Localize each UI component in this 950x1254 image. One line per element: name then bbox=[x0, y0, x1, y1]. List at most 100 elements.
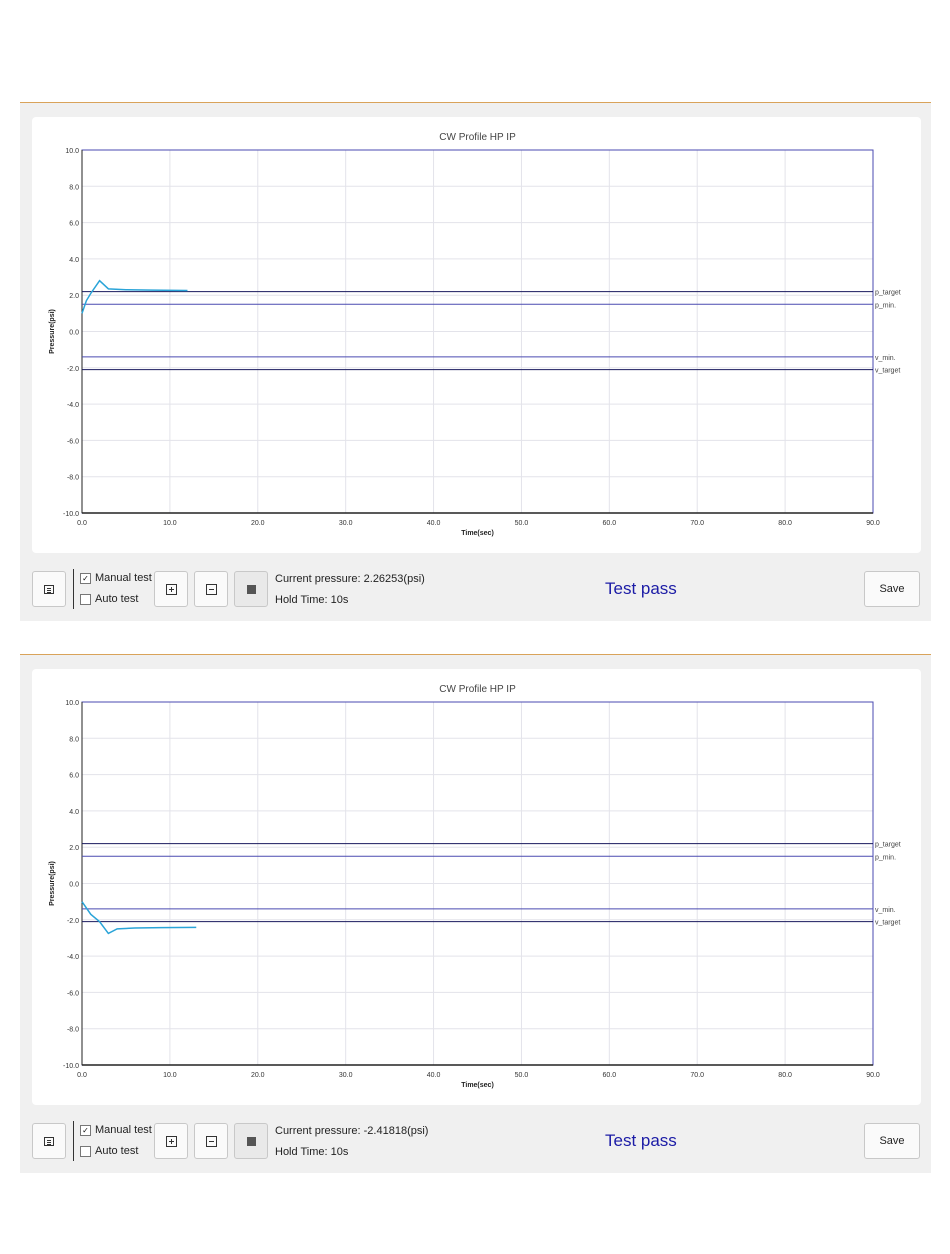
y-axis-label: Pressure(psi) bbox=[49, 309, 56, 354]
chart-area-1: 0.0 10.0 20.0 30.0 40.0 50.0 60.0 70.0 80.0 90.0 1… bbox=[32, 117, 921, 553]
hold-time-text: Hold Time: 10s bbox=[275, 1146, 349, 1158]
manual-test-label: Manual test bbox=[95, 572, 152, 584]
y-axis-label: Pressure(psi) bbox=[49, 861, 56, 906]
x-tick-label: 80.0 bbox=[778, 520, 792, 527]
minus-icon bbox=[205, 1135, 217, 1147]
reference-label: p_min. bbox=[875, 302, 896, 309]
manual-test-label: Manual test bbox=[95, 1124, 152, 1136]
y-tick-label: -4.0 bbox=[67, 402, 79, 409]
chart-title: CW Profile HP IP bbox=[439, 684, 516, 695]
test-panel-2: 0.0 10.0 20.0 30.0 40.0 50.0 60.0 70.0 80.0 90.0 1… bbox=[20, 654, 931, 1173]
y-tick-label: -8.0 bbox=[67, 1027, 79, 1034]
y-tick-label: -8.0 bbox=[67, 475, 79, 482]
x-tick-label: 0.0 bbox=[77, 520, 87, 527]
x-tick-label: 40.0 bbox=[427, 520, 441, 527]
minus-icon bbox=[205, 583, 217, 595]
x-tick-label: 10.0 bbox=[163, 1072, 177, 1079]
zoom-out-button[interactable] bbox=[194, 571, 228, 607]
y-tick-label: 6.0 bbox=[69, 773, 79, 780]
x-axis-label: Time(sec) bbox=[461, 1082, 494, 1089]
log-list-button[interactable] bbox=[32, 571, 66, 607]
stop-icon bbox=[246, 1136, 256, 1146]
log-list-button[interactable] bbox=[32, 1123, 66, 1159]
plus-icon bbox=[165, 583, 177, 595]
reference-label: p_min. bbox=[875, 854, 896, 861]
checkbox-box bbox=[80, 1145, 91, 1157]
y-tick-label: 2.0 bbox=[69, 293, 79, 300]
zoom-in-button[interactable] bbox=[154, 1123, 188, 1159]
y-tick-label: 2.0 bbox=[69, 845, 79, 852]
reference-label: v_target bbox=[875, 920, 900, 927]
x-tick-label: 50.0 bbox=[515, 1072, 529, 1079]
y-tick-label: -6.0 bbox=[67, 438, 79, 445]
x-tick-label: 90.0 bbox=[866, 1072, 880, 1079]
test-panel-1: 0.0 10.0 20.0 30.0 40.0 50.0 60.0 70.0 80.0 90.0 1… bbox=[20, 102, 931, 621]
list-icon bbox=[44, 1136, 54, 1146]
y-tick-label: 0.0 bbox=[69, 330, 79, 337]
pressure-chart-2: 0.0 10.0 20.0 30.0 40.0 50.0 60.0 70.0 80.0 90.0 1… bbox=[49, 684, 901, 1089]
x-axis-label: Time(sec) bbox=[461, 530, 494, 537]
reference-label: v_target bbox=[875, 368, 900, 375]
x-tick-label: 60.0 bbox=[603, 1072, 617, 1079]
plus-icon bbox=[165, 1135, 177, 1147]
y-tick-label: 10.0 bbox=[65, 700, 79, 707]
x-tick-label: 70.0 bbox=[690, 1072, 704, 1079]
auto-test-checkbox[interactable]: Auto test bbox=[80, 1145, 138, 1157]
checkbox-box: ✓ bbox=[80, 572, 91, 584]
x-tick-label: 20.0 bbox=[251, 520, 265, 527]
x-tick-label: 40.0 bbox=[427, 1072, 441, 1079]
stop-icon bbox=[246, 584, 256, 594]
reference-label: v_min. bbox=[875, 355, 896, 362]
y-tick-label: -2.0 bbox=[67, 918, 79, 925]
zoom-out-button[interactable] bbox=[194, 1123, 228, 1159]
manual-test-checkbox[interactable]: ✓ Manual test bbox=[80, 1124, 152, 1136]
toolbar-separator bbox=[73, 569, 74, 609]
list-icon bbox=[44, 584, 54, 594]
pressure-chart-1: 0.0 10.0 20.0 30.0 40.0 50.0 60.0 70.0 80.0 90.0 1… bbox=[49, 132, 901, 537]
current-pressure-text: Current pressure: -2.41818(psi) bbox=[275, 1125, 429, 1137]
pressure-series-line bbox=[81, 901, 197, 935]
x-tick-label: 90.0 bbox=[866, 520, 880, 527]
y-tick-label: 10.0 bbox=[65, 148, 79, 155]
y-tick-label: 8.0 bbox=[69, 184, 79, 191]
y-tick-label: -2.0 bbox=[67, 366, 79, 373]
auto-test-checkbox[interactable]: Auto test bbox=[80, 593, 138, 605]
reference-label: p_target bbox=[875, 290, 901, 297]
y-tick-label: 0.0 bbox=[69, 882, 79, 889]
y-tick-label: -4.0 bbox=[67, 954, 79, 961]
x-tick-label: 50.0 bbox=[515, 520, 529, 527]
toolbar-separator bbox=[73, 1121, 74, 1161]
pressure-series-line bbox=[81, 279, 188, 314]
reference-label: v_min. bbox=[875, 907, 896, 914]
stop-button[interactable] bbox=[234, 1123, 268, 1159]
x-tick-label: 60.0 bbox=[603, 520, 617, 527]
current-pressure-text: Current pressure: 2.26253(psi) bbox=[275, 573, 425, 585]
x-tick-label: 70.0 bbox=[690, 520, 704, 527]
manual-test-checkbox[interactable]: ✓ Manual test bbox=[80, 572, 152, 584]
zoom-in-button[interactable] bbox=[154, 571, 188, 607]
y-tick-label: -6.0 bbox=[67, 990, 79, 997]
x-tick-label: 10.0 bbox=[163, 520, 177, 527]
save-button[interactable]: Save bbox=[864, 571, 920, 607]
save-button[interactable]: Save bbox=[864, 1123, 920, 1159]
y-tick-label: -10.0 bbox=[63, 1063, 79, 1070]
y-tick-label: 4.0 bbox=[69, 257, 79, 264]
auto-test-label: Auto test bbox=[95, 1145, 139, 1157]
toolbar-2: ✓ Manual test Auto test Current pressure… bbox=[32, 1121, 921, 1163]
x-tick-label: 20.0 bbox=[251, 1072, 265, 1079]
y-tick-label: 8.0 bbox=[69, 736, 79, 743]
x-tick-label: 30.0 bbox=[339, 1072, 353, 1079]
hold-time-text: Hold Time: 10s bbox=[275, 594, 349, 606]
test-status: Test pass bbox=[605, 1131, 677, 1150]
test-status: Test pass bbox=[605, 579, 677, 598]
y-tick-label: -10.0 bbox=[63, 511, 79, 518]
x-tick-label: 30.0 bbox=[339, 520, 353, 527]
x-tick-label: 80.0 bbox=[778, 1072, 792, 1079]
auto-test-label: Auto test bbox=[95, 593, 139, 605]
y-tick-label: 6.0 bbox=[69, 221, 79, 228]
checkbox-box bbox=[80, 593, 91, 605]
chart-area-2: 0.0 10.0 20.0 30.0 40.0 50.0 60.0 70.0 80.0 90.0 1… bbox=[32, 669, 921, 1105]
chart-title: CW Profile HP IP bbox=[439, 132, 516, 143]
reference-label: p_target bbox=[875, 842, 901, 849]
stop-button[interactable] bbox=[234, 571, 268, 607]
